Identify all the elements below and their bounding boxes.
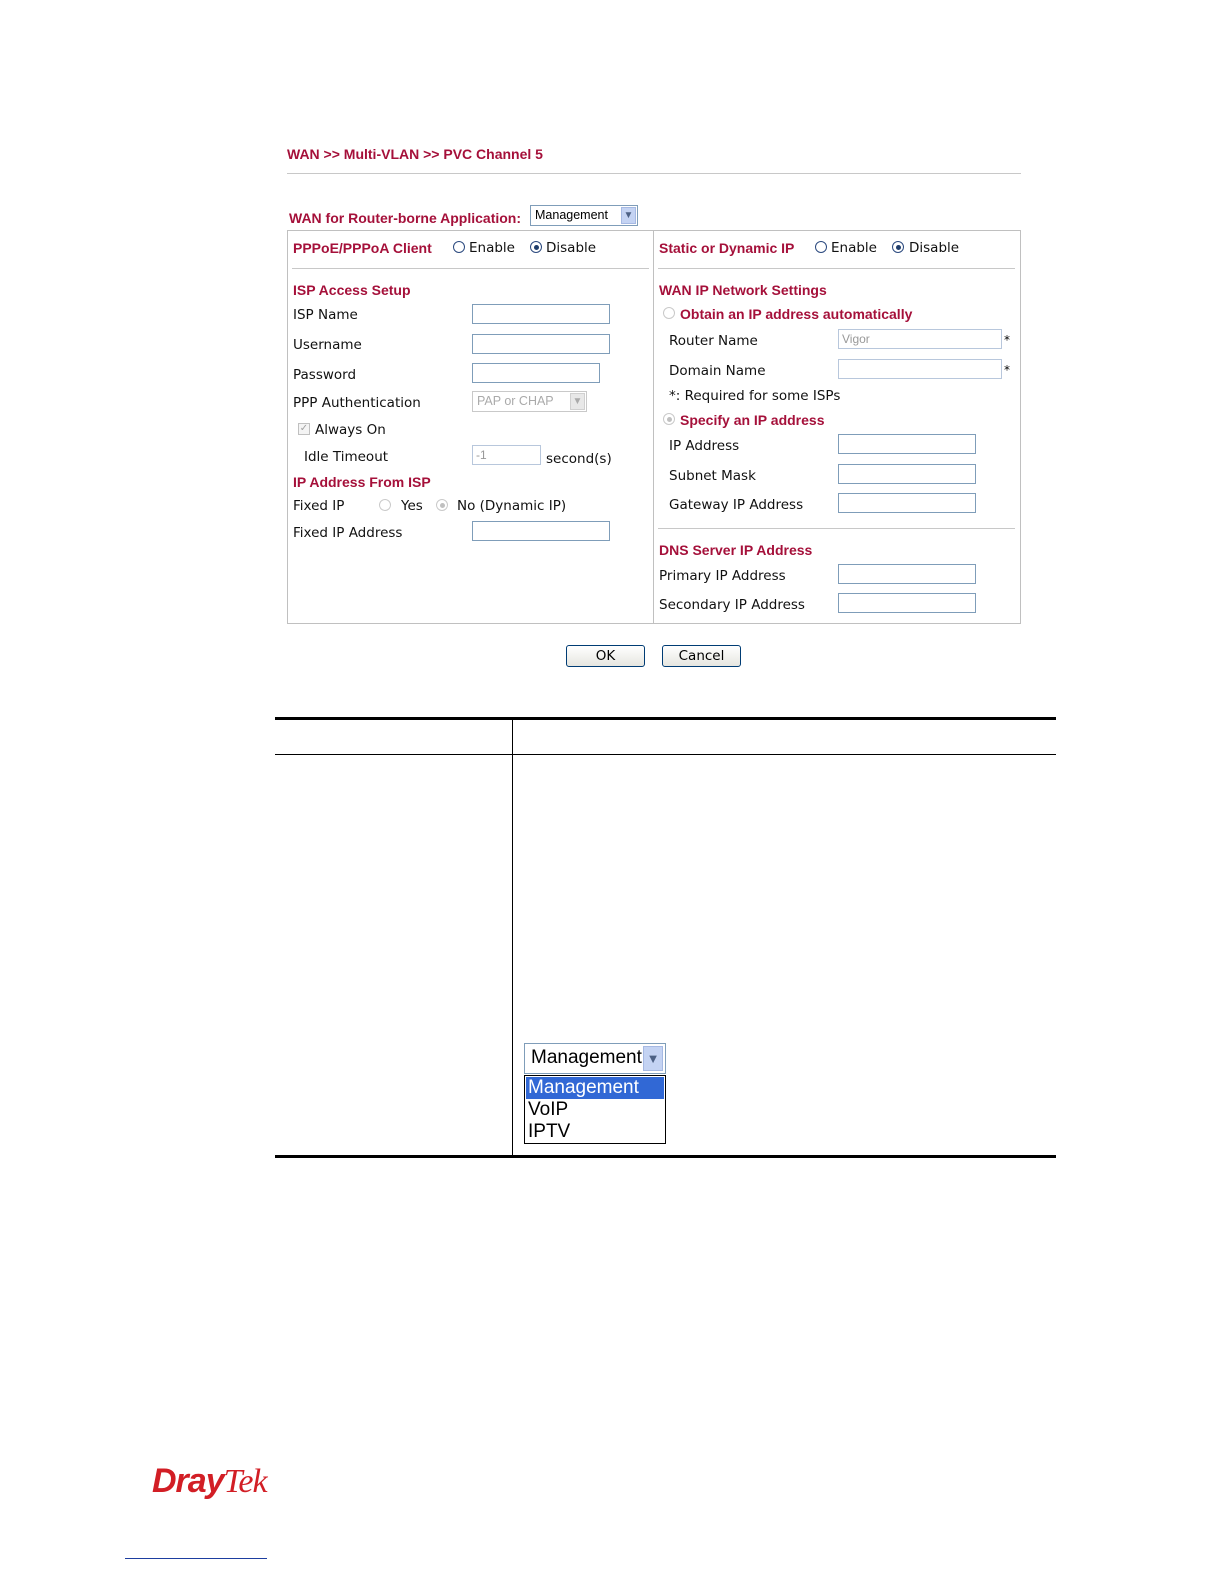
required-note: *: Required for some ISPs — [669, 388, 841, 404]
logo-tek: Tek — [223, 1463, 268, 1500]
chevron-down-icon[interactable]: ▼ — [621, 207, 636, 224]
pppoe-client-title: PPPoE/PPPoA Client — [293, 240, 432, 256]
pppoe-disable-radio[interactable] — [530, 241, 542, 253]
dropdown-option-voip[interactable]: VoIP — [526, 1099, 664, 1121]
ip-address-input[interactable] — [838, 434, 976, 454]
idle-timeout-input[interactable]: -1 — [472, 445, 541, 465]
subnet-mask-label: Subnet Mask — [669, 468, 756, 484]
ip-address-label: IP Address — [669, 438, 740, 454]
table-top-rule — [275, 717, 1056, 720]
dns-server-title: DNS Server IP Address — [659, 542, 813, 558]
ppp-auth-select[interactable]: PAP or CHAP ▼ — [472, 391, 587, 412]
domain-name-input[interactable] — [838, 359, 1002, 379]
obtain-auto-radio[interactable] — [663, 307, 675, 319]
chevron-down-icon[interactable]: ▼ — [643, 1046, 663, 1071]
primary-ip-input[interactable] — [838, 564, 976, 584]
idle-timeout-label: Idle Timeout — [304, 449, 389, 465]
table-column-divider — [512, 719, 513, 1155]
pppoe-enable-label: Enable — [469, 240, 515, 256]
always-on-checkbox[interactable]: ✓ — [298, 423, 310, 435]
always-on-label: Always On — [315, 422, 386, 438]
seconds-label: second(s) — [546, 451, 612, 467]
password-label: Password — [293, 367, 357, 383]
fixed-ip-yes-radio[interactable] — [379, 499, 391, 511]
fixed-ip-address-label: Fixed IP Address — [293, 525, 403, 541]
table-header-rule — [275, 754, 1056, 755]
static-disable-radio[interactable] — [892, 241, 904, 253]
draytek-logo: DrayTek — [152, 1462, 268, 1501]
ip-from-isp-title: IP Address From ISP — [293, 474, 431, 490]
cancel-button[interactable]: Cancel — [662, 645, 741, 667]
vlan-app-dropdown[interactable]: Management ▼ — [524, 1043, 666, 1074]
breadcrumb: WAN >> Multi-VLAN >> PVC Channel 5 — [287, 146, 543, 162]
table-bottom-rule — [275, 1155, 1056, 1158]
primary-ip-label: Primary IP Address — [659, 568, 786, 584]
fixed-ip-address-input[interactable] — [472, 521, 610, 541]
router-name-label: Router Name — [669, 333, 758, 349]
router-app-label: WAN for Router-borne Application: — [289, 210, 522, 226]
obtain-auto-label: Obtain an IP address automatically — [680, 306, 913, 322]
fixed-ip-no-radio[interactable] — [436, 499, 448, 511]
router-app-select-value: Management — [535, 208, 608, 222]
secondary-ip-input[interactable] — [838, 593, 976, 613]
wan-ip-title: WAN IP Network Settings — [659, 282, 827, 298]
right-divider — [658, 268, 1015, 269]
footer-rule — [125, 1558, 267, 1559]
vlan-app-dropdown-value: Management — [531, 1047, 642, 1068]
password-input[interactable] — [472, 363, 600, 383]
ppp-auth-label: PPP Authentication — [293, 395, 421, 411]
isp-name-label: ISP Name — [293, 307, 358, 323]
static-dynamic-title: Static or Dynamic IP — [659, 240, 795, 256]
secondary-ip-label: Secondary IP Address — [659, 597, 805, 613]
domain-name-label: Domain Name — [669, 363, 766, 379]
logo-dray: Dray — [152, 1462, 225, 1500]
breadcrumb-divider — [287, 173, 1021, 174]
isp-name-input[interactable] — [472, 304, 610, 324]
chevron-down-icon[interactable]: ▼ — [570, 393, 585, 410]
router-name-input[interactable]: Vigor — [838, 329, 1002, 349]
fixed-ip-no-label: No (Dynamic IP) — [457, 498, 567, 514]
domain-name-required: * — [1004, 363, 1010, 377]
vlan-app-dropdown-list: Management VoIP IPTV — [524, 1075, 666, 1144]
gateway-ip-label: Gateway IP Address — [669, 497, 804, 513]
left-divider — [292, 268, 649, 269]
username-input[interactable] — [472, 334, 610, 354]
static-disable-label: Disable — [909, 240, 960, 256]
column-divider — [653, 231, 654, 623]
isp-access-title: ISP Access Setup — [293, 282, 411, 298]
pppoe-enable-radio[interactable] — [453, 241, 465, 253]
ppp-auth-value: PAP or CHAP — [477, 394, 554, 408]
dropdown-option-management[interactable]: Management — [526, 1077, 664, 1099]
ok-button[interactable]: OK — [566, 645, 645, 667]
static-enable-label: Enable — [831, 240, 877, 256]
pppoe-disable-label: Disable — [546, 240, 597, 256]
dns-divider — [658, 528, 1015, 529]
router-name-required: * — [1004, 333, 1010, 347]
specify-ip-radio[interactable] — [663, 413, 675, 425]
gateway-ip-input[interactable] — [838, 493, 976, 513]
subnet-mask-input[interactable] — [838, 464, 976, 484]
dropdown-option-iptv[interactable]: IPTV — [526, 1121, 664, 1143]
router-app-select[interactable]: Management ▼ — [530, 205, 638, 226]
specify-ip-label: Specify an IP address — [680, 412, 825, 428]
fixed-ip-label: Fixed IP — [293, 498, 345, 514]
username-label: Username — [293, 337, 362, 353]
fixed-ip-yes-label: Yes — [401, 498, 423, 514]
static-enable-radio[interactable] — [815, 241, 827, 253]
